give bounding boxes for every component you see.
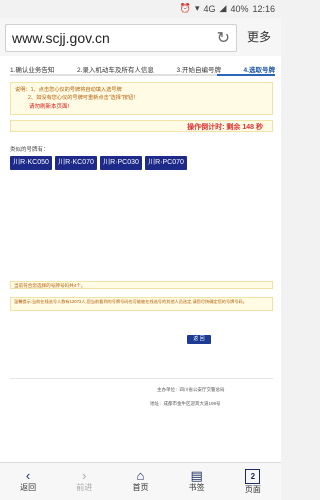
tab-count-badge: 2: [245, 469, 261, 484]
footer-address: 地址：成都市金牛区迎宾大道199号: [150, 401, 221, 406]
refresh-warning: 请勿刷新本页面!: [29, 104, 70, 110]
plate-count-info: 当前符合您选择的号牌号码共4个。: [10, 281, 273, 289]
more-button[interactable]: 更多: [247, 28, 271, 45]
step-indicator: 1.确认业务告知 2.录入机动车及所有人信息 3.开始自编号牌 4.选取号牌: [10, 64, 275, 74]
step-1: 1.确认业务告知: [10, 67, 55, 74]
back-arrow-icon: ‹: [25, 468, 31, 483]
footer-org: 主办单位：四川省公安厅交警总局: [157, 387, 225, 392]
url-text: www.scjj.gov.cn: [12, 30, 110, 46]
similar-plates-label: 类似的号牌有：: [10, 147, 49, 153]
nav-bookmarks[interactable]: ▤ 书签: [172, 463, 222, 493]
alarm-icon: ⏰: [179, 3, 191, 13]
plate-option[interactable]: 川R·PC030: [100, 156, 142, 170]
network-indicator: 4G: [203, 3, 216, 14]
wifi-icon: ▾: [194, 3, 200, 13]
plate-option[interactable]: 川R·KC070: [55, 156, 97, 170]
bottom-nav: ‹ 返回 › 前进 ⌂ 首页 ▤ 书签 2 页面: [0, 462, 281, 500]
plate-option[interactable]: 川R·KC050: [10, 156, 52, 170]
status-bar: ⏰ ▾ 4G ◢ 40% 12:16: [0, 0, 281, 18]
battery-text: 40%: [230, 3, 249, 14]
warm-tip: 温馨提示:当前在线选号人数有12073人,您当前看到的号牌号码也可能被在线选号的…: [10, 297, 273, 311]
nav-pages-label: 页面: [244, 485, 261, 494]
web-page: 1.确认业务告知 2.录入机动车及所有人信息 3.开始自编号牌 4.选取号牌 说…: [0, 56, 281, 462]
notice-box: 说明：1、点击您心仪的号牌将自动填入选号牌 2、如没有您心仪的号牌可重新点击"选…: [10, 82, 273, 115]
nav-forward-label: 前进: [76, 483, 93, 492]
nav-home[interactable]: ⌂ 首页: [115, 463, 165, 493]
plate-list: 川R·KC050 川R·KC070 川R·PC030 川R·PC070: [10, 156, 187, 170]
step-2: 2.录入机动车及所有人信息: [77, 67, 154, 74]
signal-icon: ◢: [219, 3, 227, 13]
url-input[interactable]: www.scjj.gov.cn ↻: [5, 24, 237, 52]
notice-line-2: 2、如没有您心仪的号牌可重新点击"选择"按钮！: [28, 95, 139, 101]
home-icon: ⌂: [136, 468, 145, 483]
address-bar: www.scjj.gov.cn ↻ 更多: [0, 18, 281, 57]
nav-back-label: 返回: [20, 483, 37, 492]
reload-icon[interactable]: ↻: [217, 28, 230, 48]
nav-bookmarks-label: 书签: [188, 483, 205, 492]
forward-arrow-icon: ›: [82, 468, 87, 483]
notice-line-1: 说明：1、点击您心仪的号牌将自动填入选号牌: [15, 87, 122, 93]
step-4: 4.选取号牌: [243, 67, 275, 74]
footer-divider: [10, 378, 273, 379]
step-progress-line: [10, 74, 275, 76]
countdown-timer: 操作倒计时: 剩余 148 秒: [187, 124, 263, 131]
clock: 12:16: [252, 3, 275, 14]
nav-home-label: 首页: [132, 483, 149, 492]
nav-pages[interactable]: 2 页面: [228, 463, 278, 495]
nav-forward[interactable]: › 前进: [59, 463, 109, 493]
bookmark-icon: ▤: [190, 468, 203, 483]
nav-back[interactable]: ‹ 返回: [3, 463, 53, 493]
step-3: 3.开始自编号牌: [176, 67, 221, 74]
plate-option[interactable]: 川R·PC070: [145, 156, 187, 170]
back-button[interactable]: 返 回: [187, 335, 211, 344]
